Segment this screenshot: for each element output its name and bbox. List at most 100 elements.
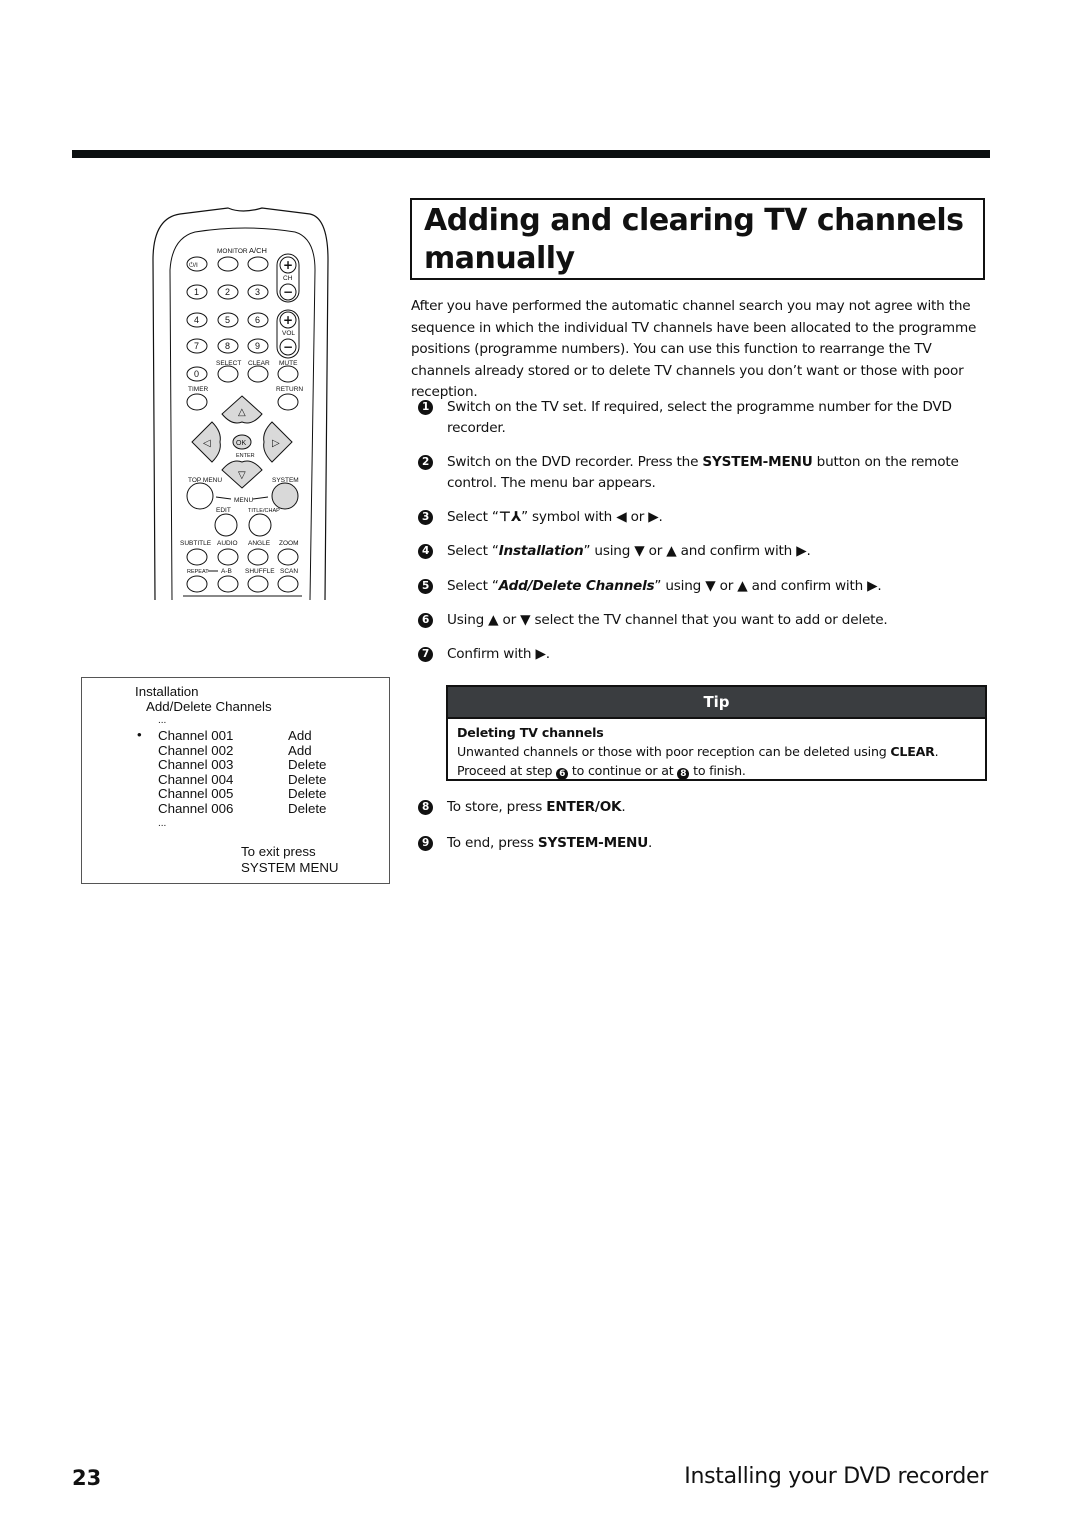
step-number: 1 [418,400,433,415]
remote-channel-rocker[interactable]: + CH − [276,253,300,303]
step-text: Switch on the TV set. If required, selec… [447,399,952,436]
step-number: 8 [418,800,433,815]
remote-label-monitor: MONITOR [217,248,248,255]
step-ref-badge: 8 [677,768,690,780]
svg-text:▷: ▷ [272,438,280,449]
osd-menu-screen: Installation Add/Delete Channels ... • C… [81,677,390,884]
svg-text:SHUFFLE: SHUFFLE [245,568,275,575]
remote-shuffle-button[interactable] [247,575,269,593]
remote-power-button[interactable]: ⏻/I [186,256,208,272]
svg-text:VOL: VOL [282,330,295,337]
remote-zoom-button[interactable] [277,548,299,566]
remote-ab-button[interactable] [217,575,239,593]
svg-text:3: 3 [255,287,260,297]
svg-text:ANGLE: ANGLE [248,540,271,547]
step-4: 4 Select “Installation” using ▼ or ▲ and… [418,541,988,562]
header-rule [72,150,990,158]
selection-bullet-icon: • [137,727,142,742]
remote-timer-button[interactable] [186,393,208,411]
svg-text:2: 2 [225,287,230,297]
page-title-box: Adding and clearing TV channels manually [410,198,985,280]
svg-text:EDIT: EDIT [216,507,231,514]
svg-text:REPEAT: REPEAT [187,569,209,575]
svg-text:◁: ◁ [203,438,211,449]
step-9: 9 To end, press SYSTEM-MENU. [418,833,988,854]
svg-text:AUDIO: AUDIO [217,540,238,547]
svg-text:−: − [283,285,293,299]
svg-text:TITLE/CHAP: TITLE/CHAP [248,508,280,514]
step-2: 2 Switch on the DVD recorder. Press the … [418,452,988,493]
svg-text:0: 0 [194,369,199,379]
step-6: 6 Using ▲ or ▼ select the TV channel tha… [418,610,988,631]
remote-select-button[interactable] [217,365,239,383]
osd-exit-key: SYSTEM MENU [241,860,339,875]
page-title: Adding and clearing TV channels manually [424,203,964,276]
remote-volume-rocker[interactable]: + VOL − [276,309,300,359]
step-text: To end, press SYSTEM-MENU. [447,835,653,851]
remote-system-button[interactable] [271,482,299,510]
step-text: Switch on the DVD recorder. Press the SY… [447,454,959,491]
tip-body: Deleting TV channels Unwanted channels o… [448,719,985,784]
step-number: 2 [418,455,433,470]
tip-line-1: Unwanted channels or those with poor rec… [457,744,939,759]
svg-text:SCAN: SCAN [280,568,298,575]
remote-return-button[interactable] [277,393,299,411]
installation-symbol-icon: ⊤⅄ [498,509,522,525]
svg-text:TOP MENU: TOP MENU [188,477,222,484]
remote-top-menu-button[interactable] [186,482,214,510]
page-number: 23 [72,1466,102,1490]
tip-header: Tip [448,687,985,719]
svg-text:TIMER: TIMER [188,386,209,393]
remote-repeat-button[interactable] [186,575,208,593]
remote-monitor-button[interactable] [217,256,239,272]
osd-exit-hint: To exit press [241,844,316,859]
remote-edit-button[interactable] [214,513,238,537]
step-5: 5 Select “Add/Delete Channels” using ▼ o… [418,576,988,597]
step-number: 3 [418,510,433,525]
remote-scan-button[interactable] [277,575,299,593]
step-number: 7 [418,647,433,662]
remote-dpad[interactable]: △ ▽ ◁ ▷ OK ENTER [191,395,293,489]
svg-text:9: 9 [255,341,260,351]
step-text: To store, press ENTER/OK. [447,799,626,815]
svg-text:7: 7 [194,341,199,351]
svg-text:CH: CH [283,275,293,282]
step-text: Select “Installation” using ▼ or ▲ and c… [447,543,811,559]
step-8: 8 To store, press ENTER/OK. [418,797,988,818]
step-3: 3 Select “⊤⅄” symbol with ◀ or ▶. [418,507,988,528]
svg-text:△: △ [238,407,246,418]
remote-title-chap-button[interactable] [248,513,272,537]
svg-text:−: − [283,340,293,354]
remote-subtitle-button[interactable] [186,548,208,566]
svg-text:ZOOM: ZOOM [279,540,299,547]
remote-angle-button[interactable] [247,548,269,566]
svg-text:RETURN: RETURN [276,386,303,393]
remote-label-ach: A/CH [249,246,267,255]
tip-line-2: Proceed at step 6 to continue or at 8 to… [457,763,746,780]
intro-paragraph: After you have performed the automatic c… [411,298,977,400]
step-text: Using ▲ or ▼ select the TV channel that … [447,612,888,628]
remote-mute-button[interactable] [277,365,299,383]
osd-menu-title: Installation [135,684,199,699]
svg-text:▽: ▽ [238,470,246,481]
svg-text:⏻/I: ⏻/I [189,262,198,269]
step-text: Select “⊤⅄” symbol with ◀ or ▶. [447,509,663,525]
svg-text:5: 5 [225,315,230,325]
remote-control-illustration: MONITOR A/CH ⏻/I + CH − + VOL − 1 2 3 4 … [152,207,329,601]
svg-text:MENU: MENU [234,497,253,504]
remote-ach-button[interactable] [247,256,269,272]
step-text: Select “Add/Delete Channels” using ▼ or … [447,578,882,594]
svg-text:1: 1 [194,287,199,297]
osd-submenu-title: Add/Delete Channels [146,699,272,714]
step-7: 7 Confirm with ▶. [418,644,988,665]
tip-box: Tip Deleting TV channels Unwanted channe… [446,685,987,781]
tip-heading: Deleting TV channels [457,725,604,740]
svg-text:SUBTITLE: SUBTITLE [180,540,212,547]
remote-audio-button[interactable] [217,548,239,566]
svg-text:8: 8 [225,341,230,351]
svg-text:A-B: A-B [221,568,232,575]
step-number: 6 [418,613,433,628]
osd-ellipsis-top: ... [158,715,167,726]
step-number: 5 [418,579,433,594]
remote-clear-button[interactable] [247,365,269,383]
